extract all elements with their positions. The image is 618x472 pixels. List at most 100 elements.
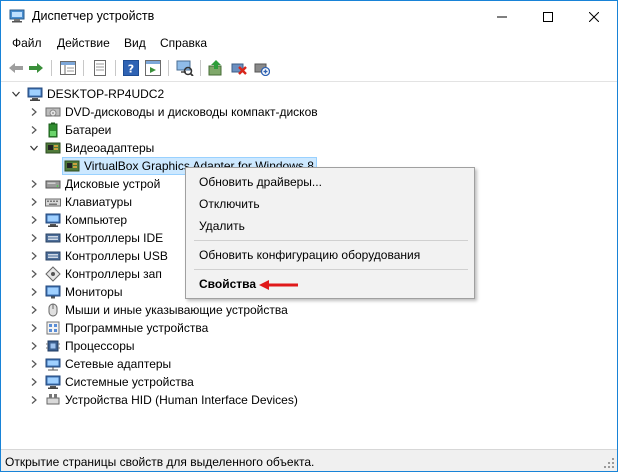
tree-item-label: DVD-дисководы и дисководы компакт-дисков xyxy=(65,105,318,119)
chevron-down-icon[interactable] xyxy=(11,89,21,99)
tree-item-label: Контроллеры IDE xyxy=(65,231,164,245)
ctx-disable[interactable]: Отключить xyxy=(186,193,474,215)
toolbar: ? xyxy=(1,54,617,82)
tree-item-label: Контроллеры зап xyxy=(65,267,162,281)
show-hide-console-button[interactable] xyxy=(59,59,77,77)
ctx-separator xyxy=(194,269,468,270)
computer-icon xyxy=(45,213,61,227)
menu-help[interactable]: Справка xyxy=(160,36,207,50)
ctx-separator xyxy=(194,240,468,241)
back-button[interactable] xyxy=(7,59,25,77)
hid-icon xyxy=(46,394,60,405)
ctx-scan-hardware-changes[interactable]: Обновить конфигурацию оборудования xyxy=(186,244,474,266)
add-hardware-icon xyxy=(254,63,270,76)
disk-icon xyxy=(45,180,61,189)
menu-action[interactable]: Действие xyxy=(57,36,110,50)
toolbar-separator xyxy=(168,60,169,76)
tree-root[interactable]: DESKTOP-RP4UDC2 xyxy=(1,85,617,103)
system-icon xyxy=(45,375,61,389)
tree-item-system-devices[interactable]: Системные устройства xyxy=(1,373,617,391)
tree-item-battery[interactable]: Батареи xyxy=(1,121,617,139)
battery-icon xyxy=(48,122,58,138)
keyboard-icon xyxy=(45,198,61,207)
maximize-button[interactable] xyxy=(525,1,571,32)
properties-button[interactable] xyxy=(91,59,109,77)
display-adapter-icon xyxy=(64,160,80,172)
title-bar[interactable]: Диспетчер устройств xyxy=(1,1,617,32)
properties-icon xyxy=(94,60,106,76)
device-manager-window: Диспетчер устройств Файл Действие Вид Сп… xyxy=(0,0,618,472)
chevron-right-icon[interactable] xyxy=(29,197,39,207)
close-button[interactable] xyxy=(571,1,617,32)
ctx-uninstall[interactable]: Удалить xyxy=(186,215,474,237)
menu-view[interactable]: Вид xyxy=(124,36,146,50)
tree-item-dvd[interactable]: DVD-дисководы и дисководы компакт-дисков xyxy=(1,103,617,121)
ctx-item-label: Свойства xyxy=(199,277,257,291)
tree-item-label: Мониторы xyxy=(65,285,123,299)
properties-view-icon xyxy=(60,61,76,75)
tree-item-software-devices[interactable]: Программные устройства xyxy=(1,319,617,337)
add-legacy-hardware-button[interactable] xyxy=(253,59,271,77)
tree-item-label: Компьютер xyxy=(65,213,128,227)
tree-item-label: Дисковые устрой xyxy=(65,177,161,191)
chevron-right-icon[interactable] xyxy=(29,359,39,369)
tree-item-label: Сетевые адаптеры xyxy=(65,357,172,371)
help-button[interactable]: ? xyxy=(122,59,140,77)
ctx-update-drivers[interactable]: Обновить драйверы... xyxy=(186,171,474,193)
resize-grip-icon[interactable] xyxy=(603,457,615,469)
view-icon xyxy=(145,60,161,76)
maximize-icon xyxy=(543,11,553,22)
device-manager-app-icon xyxy=(9,9,25,23)
chevron-right-icon[interactable] xyxy=(29,377,39,387)
close-icon xyxy=(589,11,599,22)
chevron-right-icon[interactable] xyxy=(29,395,39,405)
tree-item-label: Клавиатуры xyxy=(65,195,132,209)
back-icon xyxy=(9,63,23,73)
chevron-right-icon[interactable] xyxy=(29,233,39,243)
menu-bar: Файл Действие Вид Справка xyxy=(1,32,617,54)
chevron-right-icon[interactable] xyxy=(29,323,39,333)
tree-root-label: DESKTOP-RP4UDC2 xyxy=(47,87,165,101)
tree-item-hid[interactable]: Устройства HID (Human Interface Devices) xyxy=(1,391,617,409)
context-menu: Обновить драйверы... Отключить Удалить О… xyxy=(185,167,475,299)
window-title: Диспетчер устройств xyxy=(32,9,155,23)
chevron-right-icon[interactable] xyxy=(29,215,39,225)
tree-item-label: Батареи xyxy=(65,123,112,137)
scan-hardware-button[interactable] xyxy=(176,59,194,77)
tree-item-mice[interactable]: Мыши и иные указывающие устройства xyxy=(1,301,617,319)
tree-item-label: Контроллеры USB xyxy=(65,249,168,263)
status-bar: Открытие страницы свойств для выделенног… xyxy=(1,449,617,471)
view-button[interactable] xyxy=(144,59,162,77)
chevron-right-icon[interactable] xyxy=(29,287,39,297)
chevron-right-icon[interactable] xyxy=(29,179,39,189)
tree-item-network-adapters[interactable]: Сетевые адаптеры xyxy=(1,355,617,373)
computer-icon xyxy=(27,87,43,101)
chevron-down-icon[interactable] xyxy=(29,143,39,153)
tree-item-display-adapters[interactable]: Видеоадаптеры xyxy=(1,139,617,157)
ctx-item-label: Удалить xyxy=(199,219,245,233)
network-icon xyxy=(45,358,61,371)
computer-scan-icon xyxy=(176,60,194,76)
red-arrow-icon xyxy=(259,280,298,290)
menu-file[interactable]: Файл xyxy=(12,36,42,50)
svg-text:?: ? xyxy=(128,63,134,76)
chevron-right-icon[interactable] xyxy=(29,305,39,315)
dvd-icon xyxy=(45,107,61,117)
ctx-properties[interactable]: Свойства xyxy=(186,273,474,295)
minimize-button[interactable] xyxy=(479,1,525,32)
chevron-right-icon[interactable] xyxy=(29,125,39,135)
tree-item-label: Мыши и иные указывающие устройства xyxy=(65,303,288,317)
chevron-right-icon[interactable] xyxy=(29,269,39,279)
forward-button[interactable] xyxy=(27,59,45,77)
toolbar-separator xyxy=(200,60,201,76)
tree-item-label: Системные устройства xyxy=(65,375,194,389)
update-driver-button[interactable] xyxy=(207,59,225,77)
tree-item-processors[interactable]: Процессоры xyxy=(1,337,617,355)
disable-device-button[interactable] xyxy=(230,59,248,77)
chevron-right-icon[interactable] xyxy=(29,251,39,261)
chevron-right-icon[interactable] xyxy=(29,107,39,117)
chevron-right-icon[interactable] xyxy=(29,341,39,351)
storage-icon xyxy=(45,266,61,282)
status-text: Открытие страницы свойств для выделенног… xyxy=(5,455,315,469)
forward-icon xyxy=(29,63,43,73)
